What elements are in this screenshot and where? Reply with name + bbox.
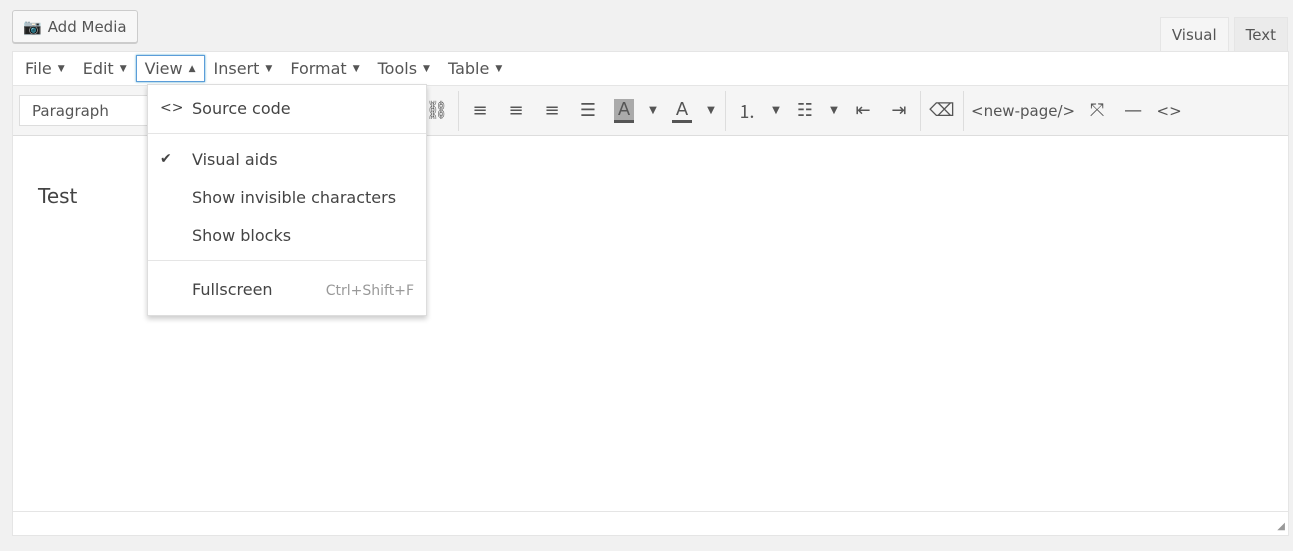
caret-down-icon: ▼ (495, 63, 503, 74)
code-icon: <> (160, 100, 184, 116)
divider (148, 260, 426, 261)
align-justify-icon[interactable]: ☰ (570, 96, 606, 126)
separator (963, 90, 964, 131)
menu-item-visual-aids[interactable]: ✔ Visual aids (148, 140, 426, 178)
checkmark-icon: ✔ (160, 151, 172, 167)
menu-item-show-blocks[interactable]: Show blocks (148, 216, 426, 254)
chevron-down-icon[interactable]: ▼ (765, 96, 787, 126)
shortcut-label: Ctrl+Shift+F (325, 283, 414, 299)
caret-down-icon: ▼ (119, 63, 127, 74)
numbered-list-icon[interactable]: ⒈ (729, 96, 765, 126)
chevron-down-icon[interactable]: ▼ (700, 96, 722, 126)
fullscreen-icon[interactable]: ⤧ (1079, 96, 1115, 126)
menu-file[interactable]: File ▼ (16, 55, 74, 82)
bullet-list-icon[interactable]: ☷ (787, 96, 823, 126)
statusbar: ◢ (13, 511, 1288, 535)
menu-label: File (25, 59, 52, 78)
format-select[interactable]: Paragraph (19, 95, 159, 126)
menu-insert[interactable]: Insert ▼ (205, 55, 282, 82)
separator (920, 90, 921, 131)
horizontal-line-icon[interactable]: — (1115, 96, 1151, 126)
menu-item-invisible-chars[interactable]: Show invisible characters (148, 178, 426, 216)
menu-label: Tools (377, 59, 418, 78)
text-color-icon[interactable]: A (664, 96, 700, 126)
align-center-icon[interactable]: ≡ (498, 96, 534, 126)
menu-item-label: Source code (192, 98, 291, 118)
caret-down-icon: ▼ (265, 63, 273, 74)
menu-item-label: Show blocks (192, 225, 292, 245)
resize-grip-icon[interactable]: ◢ (1277, 521, 1285, 532)
new-page-button[interactable]: <new-page/> (967, 96, 1079, 126)
caret-up-icon: ▲ (188, 63, 196, 74)
view-menu-dropdown: <> Source code ✔ Visual aids Show invisibl… (147, 84, 427, 316)
separator (458, 90, 459, 131)
tab-text[interactable]: Text (1233, 17, 1288, 52)
menu-label: View (144, 59, 183, 78)
menu-view[interactable]: View ▲ (135, 55, 205, 82)
outdent-icon[interactable]: ⇤ (845, 96, 881, 126)
menu-item-source-code[interactable]: <> Source code (148, 89, 426, 127)
chevron-down-icon[interactable]: ▼ (642, 96, 664, 126)
add-media-label: Add Media (47, 17, 127, 36)
align-left-icon[interactable]: ≡ (462, 96, 498, 126)
divider (148, 133, 426, 134)
caret-down-icon: ▼ (352, 63, 360, 74)
menu-edit[interactable]: Edit ▼ (74, 55, 136, 82)
eraser-icon[interactable]: ⌫ (924, 96, 960, 126)
menu-item-label: Fullscreen (192, 279, 273, 299)
code-icon[interactable]: <> (1151, 96, 1187, 126)
menu-label: Insert (213, 59, 260, 78)
separator (725, 90, 726, 131)
align-right-icon[interactable]: ≡ (534, 96, 570, 126)
menu-item-fullscreen[interactable]: Fullscreen Ctrl+Shift+F (148, 267, 426, 311)
background-color-icon[interactable]: A (606, 96, 642, 126)
tab-visual[interactable]: Visual (1159, 17, 1229, 52)
menubar: File ▼ Edit ▼ View ▲ Insert ▼ Format ▼ Tools ▼… (13, 52, 1288, 86)
editor-tabs: Visual Text (1159, 17, 1288, 52)
media-icon: 📷 (23, 17, 42, 36)
menu-tools[interactable]: Tools ▼ (369, 55, 439, 82)
indent-icon[interactable]: ⇥ (881, 96, 917, 126)
caret-down-icon: ▼ (57, 63, 65, 74)
menu-table[interactable]: Table ▼ (439, 55, 511, 82)
caret-down-icon: ▼ (423, 63, 430, 74)
menu-label: Table (447, 59, 490, 78)
menu-item-label: Visual aids (192, 149, 278, 169)
chevron-down-icon[interactable]: ▼ (823, 96, 845, 126)
menu-label: Format (290, 59, 347, 78)
menu-format[interactable]: Format ▼ (281, 55, 368, 82)
add-media-button[interactable]: 📷 Add Media (12, 10, 138, 43)
menu-item-label: Show invisible characters (192, 187, 397, 207)
menu-label: Edit (82, 59, 114, 78)
